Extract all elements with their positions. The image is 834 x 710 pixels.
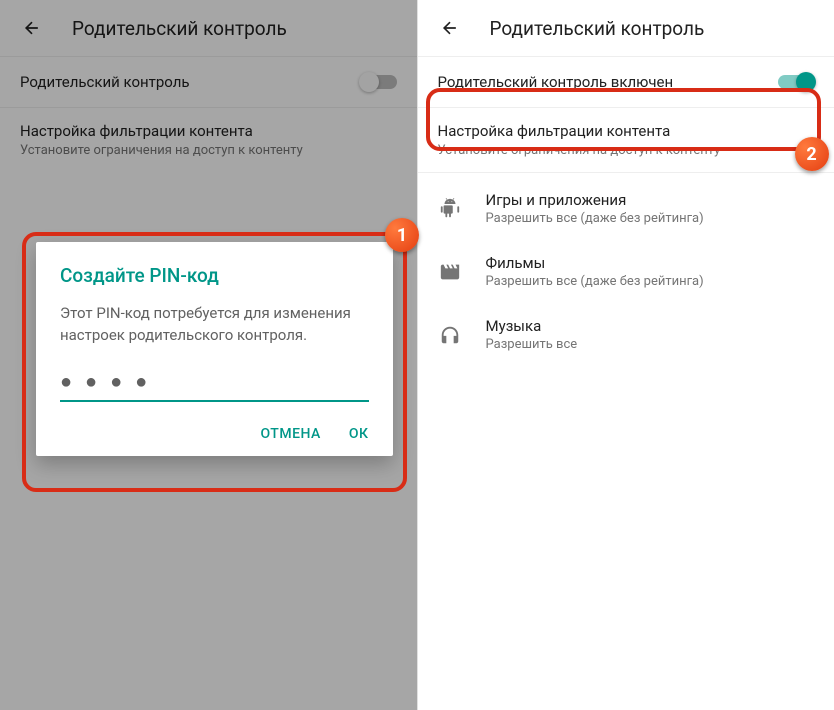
android-icon — [438, 197, 462, 221]
list-item-apps[interactable]: Игры и приложения Разрешить все (даже бе… — [418, 177, 834, 240]
item-sub: Разрешить все — [486, 337, 815, 352]
phone-right: Родительский контроль Родительский контр… — [418, 0, 834, 710]
pin-dialog: Создайте PIN-код Этот PIN-код потребуетс… — [36, 242, 393, 456]
marker-1: 1 — [385, 218, 419, 252]
back-arrow-icon[interactable] — [438, 16, 462, 40]
marker-2: 2 — [795, 137, 829, 171]
item-title: Фильмы — [486, 254, 815, 272]
item-sub: Разрешить все (даже без рейтинга) — [486, 274, 815, 289]
item-title: Игры и приложения — [486, 191, 815, 209]
cancel-button[interactable]: ОТМЕНА — [260, 426, 320, 442]
filter-section-sub: Установите ограничения на доступ к конте… — [438, 143, 815, 158]
list-item-movies[interactable]: Фильмы Разрешить все (даже без рейтинга) — [418, 240, 834, 303]
ok-button[interactable]: ОК — [349, 426, 369, 442]
parental-toggle-row[interactable]: Родительский контроль включен — [418, 57, 834, 108]
page-title: Родительский контроль — [490, 17, 705, 40]
header: Родительский контроль — [418, 0, 834, 56]
movie-icon — [438, 260, 462, 284]
item-title: Музыка — [486, 317, 815, 335]
filter-section-title: Настройка фильтрации контента — [438, 122, 815, 140]
dialog-title: Создайте PIN-код — [60, 264, 369, 287]
filter-section: Настройка фильтрации контента Установите… — [418, 108, 834, 172]
dialog-body: Этот PIN-код потребуется для изменения н… — [60, 303, 369, 347]
list-item-music[interactable]: Музыка Разрешить все — [418, 303, 834, 366]
item-sub: Разрешить все (даже без рейтинга) — [486, 211, 815, 226]
pin-input[interactable]: ● ● ● ● — [60, 369, 369, 402]
toggle-label: Родительский контроль включен — [438, 73, 674, 91]
toggle-switch[interactable] — [778, 75, 814, 89]
dialog-actions: ОТМЕНА ОК — [60, 426, 369, 442]
headphones-icon — [438, 323, 462, 347]
phone-left: Родительский контроль Родительский контр… — [0, 0, 418, 710]
